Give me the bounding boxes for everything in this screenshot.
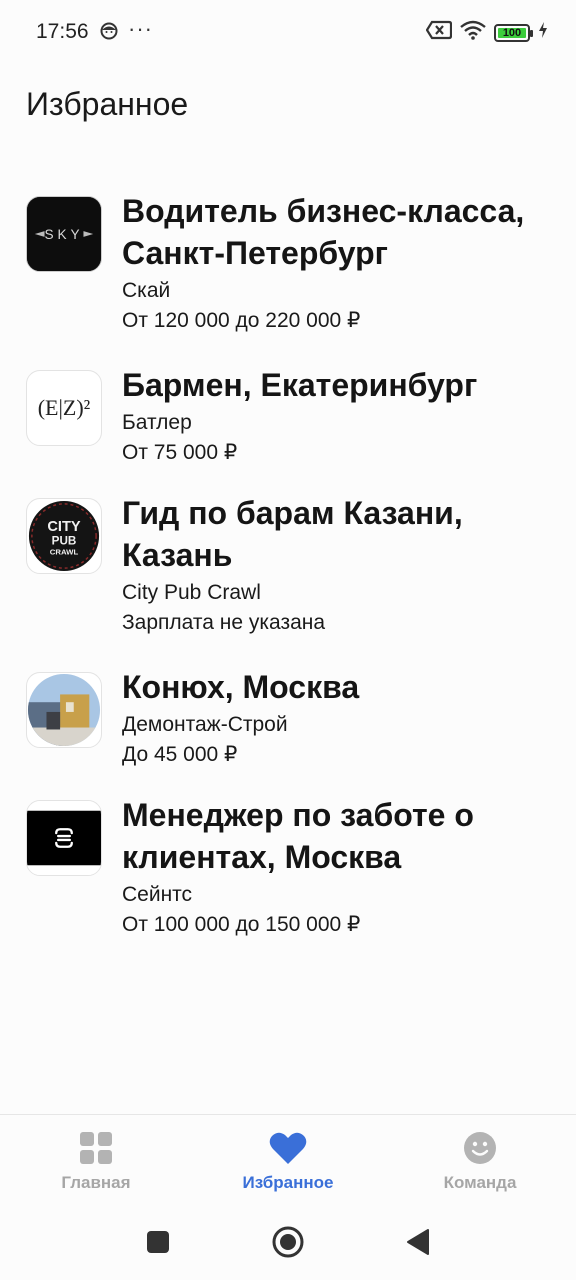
company-name: Демонтаж-Строй	[122, 713, 288, 736]
svg-text:CITY: CITY	[47, 519, 81, 535]
company-name: City Pub Crawl	[122, 581, 261, 604]
svg-text:CRAWL: CRAWL	[50, 548, 79, 557]
company-name: Сейнтс	[122, 883, 193, 906]
job-title: Менеджер по заботе о клиентах, Москва	[122, 797, 474, 875]
home-button[interactable]	[272, 1226, 304, 1263]
page-title: Избранное	[26, 86, 189, 122]
company-logo: (E|Z)²	[26, 370, 102, 446]
charging-icon	[538, 22, 548, 43]
company-logo: SKY	[26, 196, 102, 272]
salary: Зарплата не указана	[122, 611, 326, 634]
salary: От 120 000 до 220 000 ₽	[122, 309, 361, 332]
battery-icon: 100	[494, 23, 533, 42]
sim-off-icon	[425, 20, 453, 45]
tab-home[interactable]: Главная	[0, 1115, 192, 1207]
status-more: ···	[128, 16, 153, 41]
back-button[interactable]	[406, 1228, 430, 1261]
logo-text: (E|Z)²	[37, 395, 91, 420]
favorites-list: SKY Водитель бизнес-класса, Санкт-Петерб…	[0, 190, 576, 968]
tab-label: Избранное	[242, 1173, 334, 1192]
company-name: Скай	[122, 279, 171, 302]
tab-favorites[interactable]: Избранное	[192, 1115, 384, 1207]
wifi-icon	[460, 20, 486, 45]
tab-label: Главная	[61, 1173, 131, 1192]
company-logo: CITY PUB CRAWL	[26, 498, 102, 574]
job-card[interactable]: Менеджер по заботе о клиентах, Москва Се…	[0, 794, 576, 944]
bottom-nav: Главная Избранное Команда	[0, 1114, 576, 1206]
grid-icon	[79, 1131, 113, 1165]
job-title: Бармен, Екатеринбург	[122, 367, 478, 403]
company-logo	[26, 800, 102, 876]
salary: От 75 000 ₽	[122, 441, 238, 464]
smiley-icon	[463, 1131, 497, 1165]
status-time: 17:56	[36, 20, 89, 43]
tab-label: Команда	[443, 1173, 517, 1192]
face-icon	[100, 22, 118, 45]
job-title: Конюх, Москва	[122, 669, 360, 705]
status-bar: 17:56 ··· 100	[0, 0, 576, 64]
salary: До 45 000 ₽	[122, 743, 238, 766]
salary: От 100 000 до 150 000 ₽	[122, 913, 361, 936]
job-title: Водитель бизнес-класса, Санкт-Петербург	[122, 193, 525, 271]
system-nav-bar	[0, 1206, 576, 1280]
company-name: Батлер	[122, 411, 192, 434]
svg-text:PUB: PUB	[52, 535, 77, 548]
recent-apps-button[interactable]	[146, 1230, 170, 1259]
job-card[interactable]: CITY PUB CRAWL Гид по барам Казани, Каза…	[0, 492, 576, 642]
battery-level: 100	[502, 26, 522, 39]
job-card[interactable]: Конюх, Москва Демонтаж-Строй До 45 000 ₽	[0, 666, 576, 770]
job-card[interactable]: SKY Водитель бизнес-класса, Санкт-Петерб…	[0, 190, 576, 340]
heart-icon	[269, 1131, 307, 1165]
job-card[interactable]: (E|Z)² Бармен, Екатеринбург Батлер От 75…	[0, 364, 576, 468]
tab-team[interactable]: Команда	[384, 1115, 576, 1207]
company-logo	[26, 672, 102, 748]
logo-text: SKY	[45, 227, 84, 242]
job-title: Гид по барам Казани, Казань	[122, 495, 463, 573]
